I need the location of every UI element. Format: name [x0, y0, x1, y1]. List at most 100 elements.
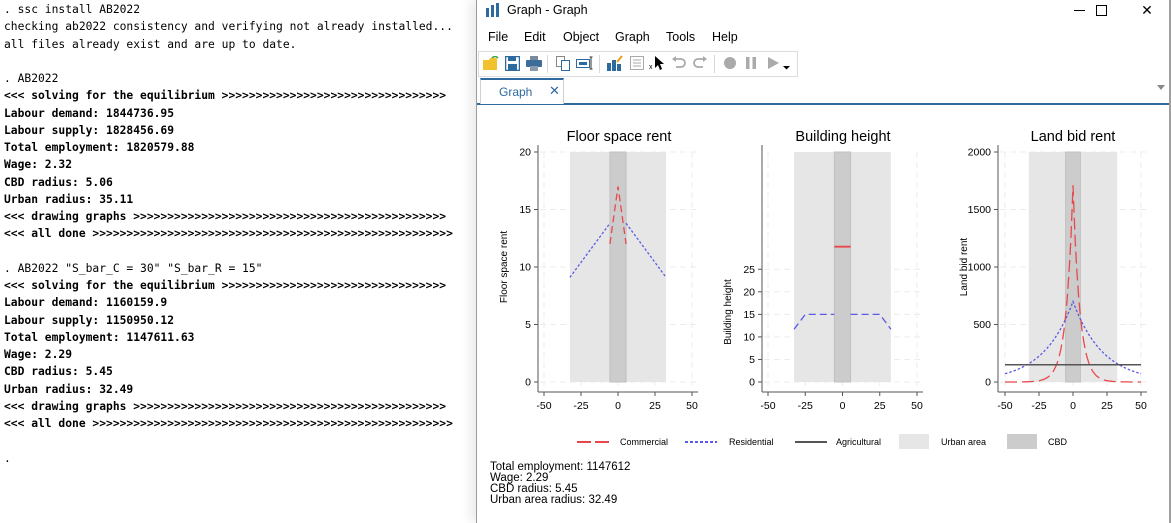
undo-button[interactable] [670, 54, 688, 72]
y-tick-label: 0 [525, 377, 531, 389]
chart-title: Floor space rent [567, 129, 672, 145]
copy-button[interactable] [554, 54, 572, 72]
y-tick-label: 20 [743, 286, 755, 298]
chart-2: 0 5 10 15 20 25 -50 -25 0 25 50 Building height Buil… [723, 129, 923, 412]
y-axis-label: Building height [723, 279, 734, 345]
x-tick-label: -25 [573, 400, 588, 412]
x-tick-label: 50 [911, 400, 923, 412]
tab-graph[interactable]: Graph ✕ [480, 78, 564, 104]
menu-help[interactable]: Help [712, 30, 738, 44]
console-line: <<< all done >>>>>>>>>>>>>>>>>>>>>>>>>>>… [4, 227, 453, 241]
y-tick-label: 5 [525, 319, 531, 331]
legend-label: Residential [729, 437, 774, 447]
console-line: Labour supply: 1150950.12 [4, 313, 175, 327]
close-icon[interactable]: ✕ [549, 83, 560, 99]
open-button[interactable] [482, 54, 500, 72]
x-tick-label: 25 [874, 400, 886, 412]
note-line: CBD radius: 5.45 [490, 483, 578, 495]
undo-icon [672, 56, 686, 68]
rename-icon [576, 56, 593, 70]
y-tick-label: 10 [519, 262, 531, 274]
console-line: Labour demand: 1844736.95 [4, 106, 175, 120]
console-line: all files already exist and are up to da… [4, 37, 297, 51]
print-button[interactable] [525, 54, 543, 72]
y-axis-label: Land bid rent [959, 238, 970, 297]
record-button[interactable] [721, 54, 739, 72]
record-icon [724, 57, 736, 69]
console-line: Urban radius: 35.11 [4, 192, 134, 206]
legend-key-urban-area [899, 434, 929, 449]
x-tick-label: 0 [840, 400, 846, 412]
save-button[interactable] [503, 54, 521, 72]
maximize-button[interactable] [1079, 0, 1123, 20]
console-line: CBD radius: 5.45 [4, 365, 113, 379]
maximize-icon [1095, 4, 1107, 16]
pause-button[interactable] [742, 54, 760, 72]
console-line: <<< drawing graphs >>>>>>>>>>>>>>>>>>>>>… [4, 210, 447, 223]
y-tick-label: 0 [749, 377, 755, 389]
console-line: <<< all done >>>>>>>>>>>>>>>>>>>>>>>>>>>… [4, 417, 453, 430]
menu-graph[interactable]: Graph [615, 30, 650, 44]
menu-file[interactable]: File [488, 30, 508, 44]
y-tick-label: 20 [519, 147, 531, 159]
graph-area: 0 5 10 15 20 -50 -25 0 25 50 Floor space rent Floor… [477, 104, 1169, 523]
title-bar[interactable]: Graph - Graph ✕ [477, 0, 1171, 22]
copy-icon [555, 55, 570, 71]
y-tick-label: 1500 [968, 204, 992, 216]
x-tick-label: 50 [1135, 400, 1147, 412]
cbd-band [833, 151, 852, 383]
console-line: Labour supply: 1828456.69 [4, 123, 175, 137]
note-line: Total employment: 1147612 [490, 461, 631, 473]
graph-editor-button[interactable] [606, 54, 624, 72]
charts-svg: 05101520-50 -25 0 25 50Floor space rentFloor… [499, 129, 1147, 412]
note-line: Urban area radius: 32.49 [490, 494, 618, 506]
object-browser-button[interactable] [628, 54, 646, 72]
menu-tools[interactable]: Tools [666, 30, 695, 44]
menu-edit[interactable]: Edit [524, 30, 546, 44]
console-line: <<< drawing graphs >>>>>>>>>>>>>>>>>>>>>… [4, 399, 447, 413]
y-tick-label: 0 [985, 377, 991, 389]
pause-icon [746, 57, 756, 69]
play-button[interactable] [764, 54, 782, 72]
console-line: checking ab2022 consistency and verifyin… [4, 20, 453, 34]
legend-key-residential [685, 441, 717, 443]
rename-button[interactable] [576, 54, 594, 72]
redo-icon [693, 56, 707, 68]
console-line: Total employment: 1147611.63 [4, 330, 195, 344]
legend-key-commercial [577, 441, 609, 443]
legend-key-cbd [1007, 434, 1037, 449]
redo-button[interactable] [691, 54, 709, 72]
object-browser-icon [630, 56, 644, 70]
svg-text:x: x [649, 64, 653, 71]
chart-3: 0 500 1000 1500 2000 -50 -25 0 25 50 Land bid rent… [959, 129, 1147, 412]
graph-editor-icon [607, 55, 623, 71]
close-button[interactable]: ✕ [1125, 0, 1169, 20]
tab-list-dropdown-icon[interactable] [1157, 85, 1165, 90]
console-line: . AB2022 [4, 72, 59, 85]
x-tick-label: -50 [997, 400, 1012, 412]
console-line: Urban radius: 32.49 [4, 382, 134, 396]
console-line: Wage: 2.29 [4, 348, 73, 361]
console-line: Labour demand: 1160159.9 [4, 296, 168, 310]
y-tick-label: 25 [743, 264, 755, 276]
play-dropdown-button[interactable] [782, 54, 792, 72]
pointer-icon: x [649, 56, 664, 71]
x-tick-label: 0 [1070, 400, 1076, 412]
legend-label: Commercial [620, 437, 669, 447]
graph-window: Graph - Graph ✕ File Edit Object Graph T… [476, 0, 1171, 523]
console-line: . [4, 451, 11, 465]
console-line: Wage: 2.32 [4, 158, 73, 172]
x-tick-label: -25 [1031, 400, 1046, 412]
y-tick-label: 5 [749, 354, 755, 366]
legend-label: CBD [1048, 437, 1068, 447]
y-tick-label: 15 [519, 204, 531, 216]
bar-chart-icon [486, 3, 499, 17]
close-icon: ✕ [1141, 1, 1153, 18]
console-line: . ssc install AB2022 [4, 3, 141, 16]
toolbar: x [478, 51, 798, 77]
console-line: Total employment: 1820579.88 [4, 141, 195, 154]
menu-object[interactable]: Object [563, 30, 599, 44]
note-line: Wage: 2.29 [490, 472, 549, 484]
save-icon [504, 55, 520, 71]
pointer-tool-button[interactable]: x [649, 54, 667, 72]
